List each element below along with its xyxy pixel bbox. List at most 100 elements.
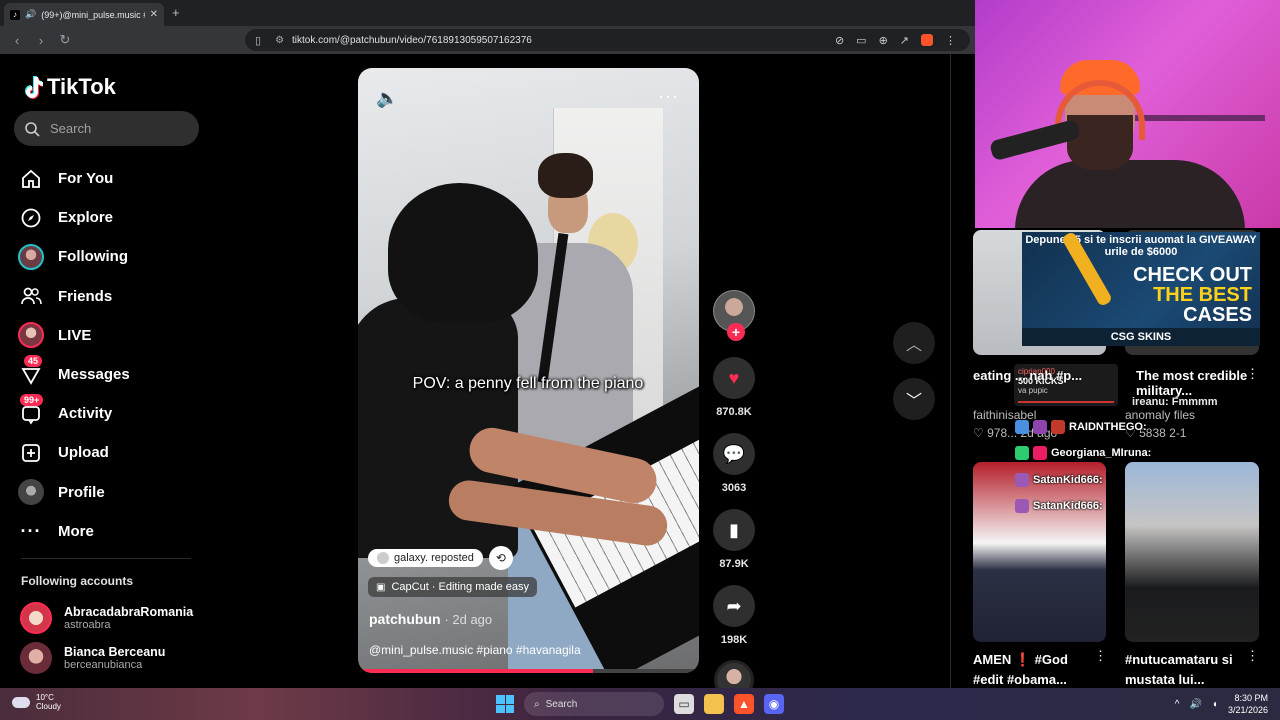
feed-thumbnail[interactable] — [973, 462, 1106, 642]
cloud-icon — [12, 696, 30, 708]
following-account[interactable]: Bianca Berceanu berceanubianca — [20, 642, 165, 674]
sidebar-item-live[interactable]: LIVE — [18, 316, 130, 355]
sidebar-item-following[interactable]: Following — [18, 237, 130, 276]
video-more-icon[interactable]: ··· — [658, 86, 679, 107]
volume-icon[interactable]: 🔊 — [1189, 699, 1201, 710]
speaker-icon[interactable]: ◖ — [1212, 699, 1218, 710]
weather-widget[interactable]: 10°C Cloudy — [12, 693, 61, 711]
author-avatar[interactable]: + — [713, 290, 755, 341]
profile-avatar — [18, 479, 44, 506]
taskbar-search-label: Search — [545, 698, 578, 710]
sidebar-item-profile[interactable]: Profile — [18, 473, 130, 512]
more-icon: ··· — [20, 520, 42, 541]
capcut-tag[interactable]: ▣ CapCut · Editing made easy — [368, 577, 538, 597]
sidebar-item-label: Activity — [58, 405, 113, 423]
emote-icon — [1015, 446, 1029, 460]
brand-name: TikTok — [47, 74, 116, 99]
sidebar-item-upload[interactable]: Upload — [18, 433, 130, 472]
discord-icon[interactable]: ◉ — [764, 694, 784, 714]
chevron-down-icon: ﹀ — [893, 378, 935, 420]
search-placeholder: Search — [50, 121, 92, 136]
new-tab-button[interactable]: + — [172, 5, 180, 20]
save-action[interactable]: ▮ 87.9K — [711, 509, 757, 570]
ad-brand: CSG SKINS — [1022, 328, 1260, 346]
more-options-icon[interactable]: ⋮ — [1094, 648, 1107, 664]
following-account[interactable]: AbracadabraRomania astroabra — [20, 602, 193, 634]
repost-icon[interactable]: ⟲ — [488, 546, 513, 570]
account-name: AbracadabraRomania — [64, 605, 194, 619]
video-author[interactable]: patchubun · 2d ago — [369, 611, 492, 627]
like-action[interactable]: ♥ 870.8K — [711, 357, 757, 418]
author-name[interactable]: patchubun — [369, 611, 441, 627]
sidebar-item-label: More — [58, 522, 94, 540]
sidebar-item-more[interactable]: ··· More — [18, 512, 130, 551]
windows-start-icon[interactable] — [496, 695, 514, 713]
tiktok-note-icon — [25, 76, 43, 99]
tiktok-logo[interactable]: TikTok — [21, 74, 116, 100]
share-icon[interactable]: ↗ — [900, 34, 909, 47]
chat-user: SatanKid666: — [1033, 500, 1103, 512]
sidebar-item-friends[interactable]: Friends — [18, 277, 130, 316]
action-bar: + ♥ 870.8K 💬 3063 ▮ 87.9K ➦ 198K — [711, 290, 757, 700]
sidebar-item-for-you[interactable]: For You — [18, 159, 130, 198]
sidebar-item-explore[interactable]: Explore — [18, 198, 130, 237]
more-options-icon[interactable]: ⋮ — [1246, 648, 1259, 664]
previous-video-button[interactable]: ︿ — [893, 322, 935, 364]
browser-tab[interactable]: ♪ 🔊 (99+)@mini_pulse.music #piano ✕ — [4, 3, 164, 26]
speaker-icon[interactable]: 🔊 — [25, 9, 36, 20]
feed-title[interactable]: The most credible military... — [1136, 368, 1256, 398]
following-avatar — [18, 243, 44, 270]
following-accounts-title: Following accounts — [21, 574, 134, 588]
ad-headline-3: CASES — [1183, 304, 1252, 326]
taskbar: 10°C Cloudy ⌕ Search ▭ ▲ ◉ ^ 🔊 ◖ 8:30 PM… — [0, 688, 1280, 720]
more-options-icon[interactable]: ⋮ — [1246, 366, 1259, 382]
clock-time: 8:30 PM — [1234, 693, 1268, 703]
repost-pill[interactable]: galaxy. reposted — [368, 549, 483, 567]
browser-tabbar: ♪ 🔊 (99+)@mini_pulse.music #piano ✕ + — [0, 0, 975, 26]
heart-icon[interactable]: ♥ — [713, 357, 755, 399]
sidebar-item-activity[interactable]: 99+ Activity — [18, 393, 130, 433]
zoom-icon[interactable]: ⊕ — [879, 34, 888, 47]
taskbar-search[interactable]: ⌕ Search — [524, 692, 664, 716]
chevron-up-icon[interactable]: ^ — [1175, 699, 1180, 710]
back-button[interactable]: ‹ — [10, 33, 24, 48]
next-video-button[interactable]: ﹀ — [893, 378, 935, 420]
feed-title[interactable]: AMEN ❗ #God #edit #obama... — [973, 650, 1093, 689]
volume-icon[interactable]: 🔈 — [376, 88, 398, 109]
task-view-icon[interactable]: ▭ — [674, 694, 694, 714]
address-bar[interactable]: ▯ ⚙ tiktok.com/@patchubun/video/76189130… — [245, 29, 970, 51]
video-caption: POV: a penny fell from the piano — [412, 375, 644, 392]
video-progress-bar[interactable] — [358, 669, 699, 673]
search-input[interactable]: Search — [14, 111, 199, 146]
share-icon[interactable]: ➦ — [713, 585, 755, 627]
microphone-icon — [988, 118, 1082, 162]
tab-menu-icon[interactable]: ⋮ — [945, 34, 956, 47]
feed-title[interactable]: eating ... nah #p... — [973, 368, 1082, 383]
url-text[interactable]: tiktok.com/@patchubun/video/761891305950… — [292, 35, 532, 46]
comment-icon[interactable]: 💬 — [713, 433, 755, 475]
bookmark-icon[interactable]: ▯ — [255, 34, 261, 47]
video-description[interactable]: @mini_pulse.music #piano #havanagila — [369, 643, 581, 657]
bookmark-icon[interactable]: ▮ — [713, 509, 755, 551]
feed-title[interactable]: #nutucamataru si mustata lui... — [1125, 650, 1245, 689]
mute-icon[interactable]: ⊘ — [835, 34, 844, 47]
video-player[interactable]: 🔈 ··· POV: a penny fell from the piano g… — [358, 68, 699, 673]
brave-shield-icon[interactable] — [921, 33, 933, 46]
forward-button[interactable]: › — [34, 33, 48, 48]
account-username: astroabra — [64, 619, 111, 631]
chat-message: ireanu: Fmmmm — [1132, 396, 1218, 408]
follow-plus-icon[interactable]: + — [727, 323, 745, 341]
brave-browser-icon[interactable]: ▲ — [734, 694, 754, 714]
sidebar-item-messages[interactable]: 45 Messages — [18, 354, 130, 394]
cast-icon[interactable]: ▭ — [856, 34, 866, 47]
sidebar-divider — [21, 558, 191, 559]
share-action[interactable]: ➦ 198K — [711, 585, 757, 646]
feed-thumbnail[interactable] — [1125, 462, 1259, 642]
file-explorer-icon[interactable] — [704, 694, 724, 714]
comment-action[interactable]: 💬 3063 — [711, 433, 757, 494]
close-tab-icon[interactable]: ✕ — [150, 9, 158, 20]
reload-button[interactable]: ↻ — [58, 32, 72, 48]
ad-headline-1: CHECK OUT — [1133, 264, 1252, 286]
clock[interactable]: 8:30 PM 3/21/2026 — [1228, 692, 1268, 716]
site-settings-icon[interactable]: ⚙ — [275, 35, 284, 46]
